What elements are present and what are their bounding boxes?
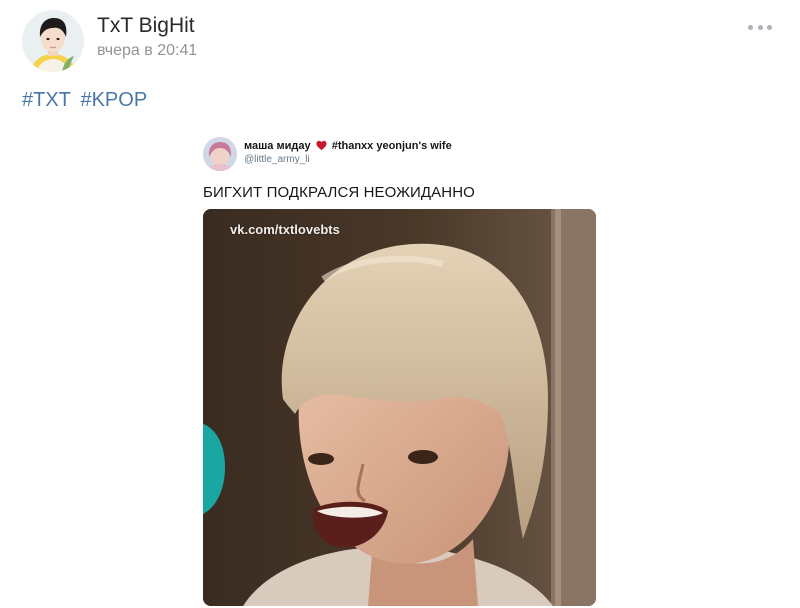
more-dot — [767, 24, 772, 30]
hashtag-txt[interactable]: #TXT — [22, 89, 71, 111]
tweet-text: БИГХИТ ПОДКРАЛСЯ НЕОЖИДАННО — [203, 184, 475, 201]
tweet-avatar — [203, 137, 237, 171]
post-header: TxT BigHit вчера в 20:41 — [22, 10, 197, 72]
tweet-display-name: маша мидау — [244, 140, 311, 152]
post-time[interactable]: вчера в 20:41 — [97, 40, 197, 62]
tweet-photo[interactable]: vk.com/txtlovebts — [203, 209, 596, 606]
more-dot — [748, 24, 753, 30]
red-heart-icon — [316, 140, 327, 151]
tweet-handle: @little_army_li — [244, 154, 310, 165]
vk-post: TxT BigHit вчера в 20:41 #TXT #KPOP маша… — [0, 0, 800, 608]
tweet-bio-tag: #thanxx yeonjun's wife — [331, 140, 452, 152]
author-block: TxT BigHit вчера в 20:41 — [97, 14, 197, 62]
photo-watermark: vk.com/txtlovebts — [230, 222, 340, 237]
author-name[interactable]: TxT BigHit — [97, 14, 197, 38]
author-avatar[interactable] — [22, 10, 84, 72]
hashtag-kpop[interactable]: #KPOP — [80, 89, 147, 111]
more-horizontal-icon[interactable] — [748, 22, 772, 32]
more-dot — [757, 24, 763, 30]
post-hashtags: #TXT #KPOP — [22, 88, 151, 112]
tweet-screenshot[interactable]: маша мидау #thanxx yeonjun's wife @littl… — [200, 124, 600, 608]
tweet-name-row: маша мидау #thanxx yeonjun's wife — [244, 140, 452, 153]
